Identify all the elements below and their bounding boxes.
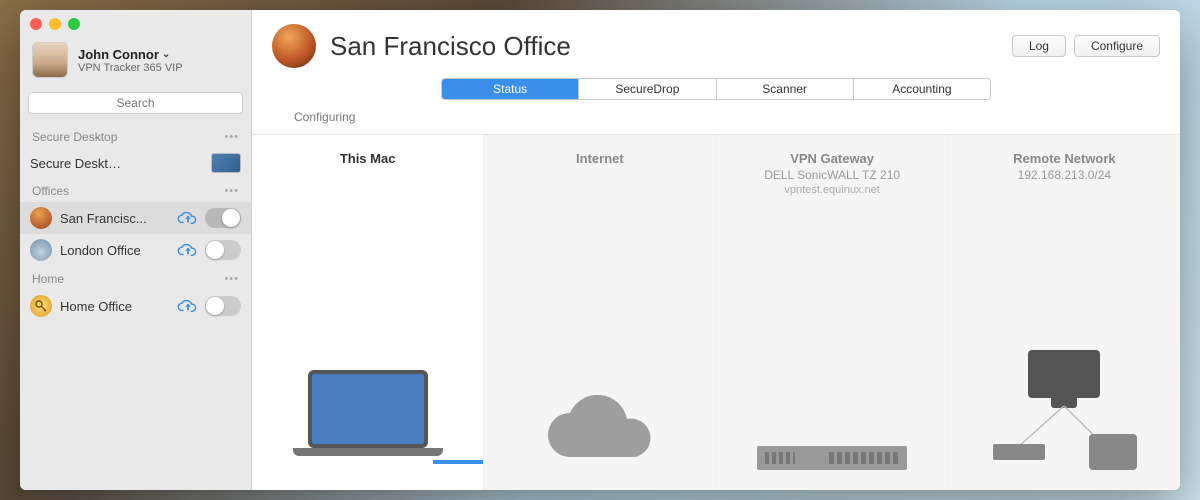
- location-icon: [30, 239, 52, 261]
- sidebar: John Connor ⌄ VPN Tracker 365 VIP Secure…: [20, 10, 252, 490]
- fullscreen-window-button[interactable]: [68, 18, 80, 30]
- thumbnail-icon: [211, 153, 241, 173]
- section-header-home: Home •••: [20, 266, 251, 290]
- close-window-button[interactable]: [30, 18, 42, 30]
- cloud-upload-icon[interactable]: [177, 210, 199, 226]
- tab-securedrop[interactable]: SecureDrop: [579, 79, 716, 99]
- tab-accounting[interactable]: Accounting: [854, 79, 990, 99]
- cloud-upload-icon[interactable]: [177, 298, 199, 314]
- minimize-window-button[interactable]: [49, 18, 61, 30]
- sidebar-item-label: London Office: [60, 243, 141, 258]
- account-row[interactable]: John Connor ⌄ VPN Tracker 365 VIP: [20, 38, 251, 88]
- connection-stages: This Mac Internet VPN: [252, 135, 1180, 490]
- connection-toggle[interactable]: [205, 240, 241, 260]
- sidebar-item-secure-desktop[interactable]: Secure Desktop: [20, 148, 251, 178]
- page-title: San Francisco Office: [330, 31, 571, 62]
- window-controls: [30, 18, 80, 30]
- user-subtitle: VPN Tracker 365 VIP: [78, 62, 183, 74]
- sidebar-item-san-francisco[interactable]: San Francisc...: [20, 202, 251, 234]
- stage-this-mac: This Mac: [252, 135, 483, 490]
- key-icon: [30, 295, 52, 317]
- router-icon: [757, 446, 907, 470]
- status-text: Configuring: [272, 100, 1160, 134]
- sidebar-item-london[interactable]: London Office: [20, 234, 251, 266]
- avatar: [32, 42, 68, 78]
- app-window: John Connor ⌄ VPN Tracker 365 VIP Secure…: [20, 10, 1180, 490]
- search-input[interactable]: [28, 92, 243, 114]
- log-button[interactable]: Log: [1012, 35, 1066, 57]
- connection-toggle[interactable]: [205, 296, 241, 316]
- network-icon: [989, 350, 1139, 470]
- section-header-secure-desktop: Secure Desktop •••: [20, 124, 251, 148]
- sidebar-item-label: Secure Desktop: [30, 156, 122, 171]
- cloud-icon: [540, 395, 660, 465]
- section-menu-icon[interactable]: •••: [224, 131, 239, 143]
- configure-button[interactable]: Configure: [1074, 35, 1160, 57]
- sidebar-item-label: Home Office: [60, 299, 132, 314]
- stage-internet: Internet: [483, 135, 715, 490]
- connection-toggle[interactable]: [205, 208, 241, 228]
- tab-status[interactable]: Status: [442, 79, 579, 99]
- sidebar-item-home-office[interactable]: Home Office: [20, 290, 251, 322]
- section-menu-icon[interactable]: •••: [224, 273, 239, 285]
- connection-icon: [272, 24, 316, 68]
- stage-vpn-gateway: VPN Gateway DELL SonicWALL TZ 210 vpntes…: [716, 135, 948, 490]
- main-panel: San Francisco Office Log Configure Statu…: [252, 10, 1180, 490]
- tab-scanner[interactable]: Scanner: [717, 79, 854, 99]
- section-menu-icon[interactable]: •••: [224, 185, 239, 197]
- tab-bar: Status SecureDrop Scanner Accounting: [441, 78, 991, 100]
- chevron-down-icon: ⌄: [162, 49, 170, 60]
- stage-remote-network: Remote Network 192.168.213.0/24: [948, 135, 1180, 490]
- laptop-icon: [293, 370, 443, 470]
- user-name: John Connor: [78, 47, 159, 62]
- sidebar-item-label: San Francisc...: [60, 211, 147, 226]
- cloud-upload-icon[interactable]: [177, 242, 199, 258]
- section-header-offices: Offices •••: [20, 178, 251, 202]
- location-icon: [30, 207, 52, 229]
